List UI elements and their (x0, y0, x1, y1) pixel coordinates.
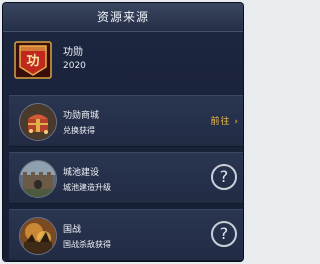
source-subtitle: 兑换获得 (63, 126, 95, 135)
goto-button[interactable]: 前往 › (211, 114, 240, 127)
resource-summary: 功 功勋 2020 (3, 32, 243, 90)
panel-header: 资源来源 (3, 3, 243, 32)
goto-label: 前往 (210, 117, 231, 127)
merit-medal-glyph: 功 (26, 54, 39, 69)
resource-source-panel: 资源来源 功 功勋 2020 功勋商城 兑换获得 前往 › 城池建设 城池建造升… (3, 3, 243, 261)
source-row-merit-shop[interactable]: 功勋商城 兑换获得 前往 › (9, 95, 243, 147)
source-row-city-building: 城池建设 城池建造升级 ? (9, 152, 243, 204)
panel-title: 资源来源 (96, 10, 149, 24)
help-button[interactable]: ? (211, 164, 237, 190)
battle-icon (19, 217, 57, 255)
source-title: 功勋商城 (63, 111, 100, 121)
city-wall-icon (19, 160, 57, 198)
treasure-chest-icon (19, 103, 57, 141)
chevron-right-icon: › (234, 117, 239, 127)
resource-amount: 2020 (63, 61, 86, 71)
help-button[interactable]: ? (211, 221, 237, 247)
source-subtitle: 国战杀敌获得 (63, 240, 111, 249)
resource-name: 功勋 (63, 47, 83, 58)
source-title: 城池建设 (63, 168, 100, 178)
source-row-nation-war: 国战 国战杀敌获得 ? (9, 209, 243, 261)
source-subtitle: 城池建造升级 (63, 183, 111, 192)
source-title: 国战 (63, 225, 82, 235)
merit-medal-icon: 功 (14, 41, 52, 79)
